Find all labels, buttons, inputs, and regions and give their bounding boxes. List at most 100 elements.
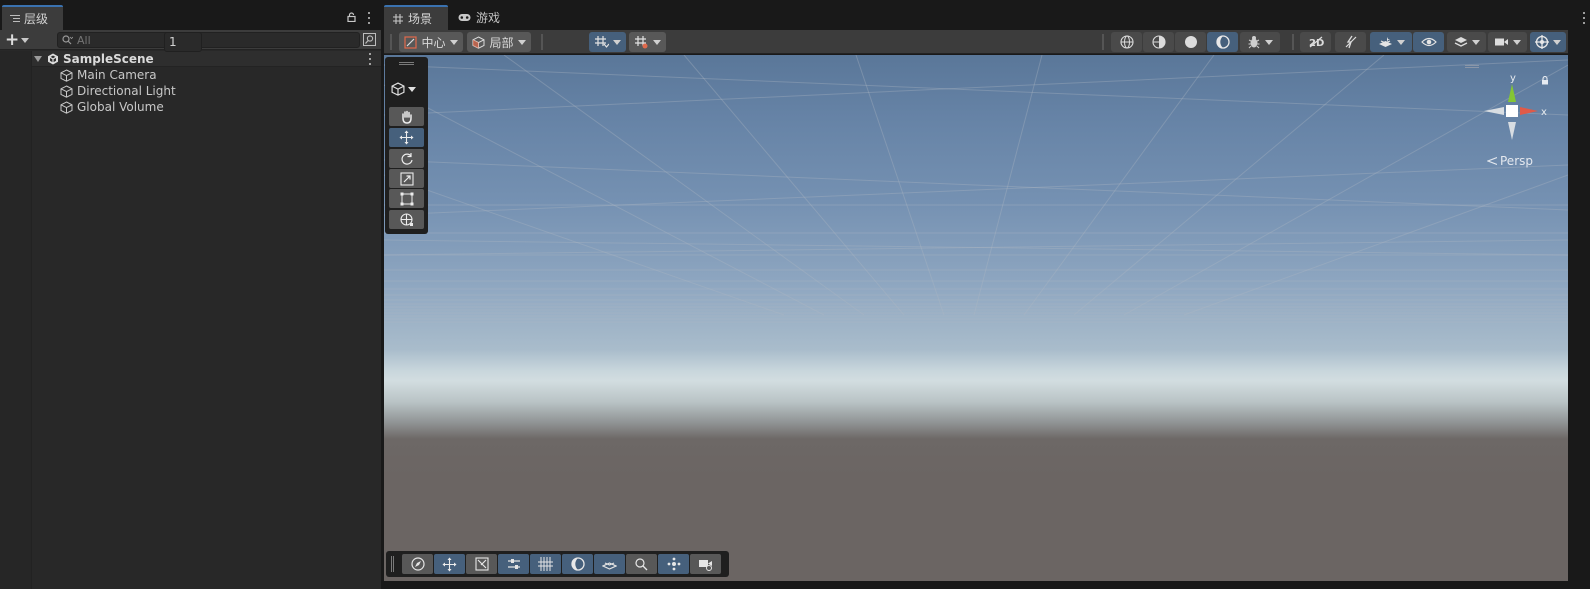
snap-overlay-button[interactable]	[466, 554, 497, 574]
lit-shading-button[interactable]	[1207, 32, 1238, 52]
nodes-icon	[667, 557, 680, 571]
scale-tool-button[interactable]	[389, 169, 424, 188]
hierarchy-overlay-button[interactable]	[658, 554, 689, 574]
unity-scene-icon	[48, 53, 58, 64]
gizmo-x-axis[interactable]	[1520, 107, 1538, 115]
navigation-compass-button[interactable]	[402, 554, 433, 574]
tab-scene[interactable]: 场景	[384, 5, 448, 30]
wireframe-sphere-icon	[1119, 35, 1134, 49]
chevron-down-icon	[1513, 39, 1521, 45]
hand-tool-button[interactable]	[389, 107, 424, 126]
grid-overlay-button[interactable]	[530, 554, 561, 574]
hierarchy-gutter	[0, 51, 32, 589]
gizmo-neg-x-axis[interactable]	[1484, 107, 1504, 115]
chevron-down-icon	[517, 39, 526, 45]
layers-overlay-button[interactable]	[594, 554, 625, 574]
gizmos-dropdown[interactable]	[1530, 32, 1566, 52]
hierarchy-tab-bar: 层级	[0, 0, 381, 30]
lighting-overlay-button[interactable]	[562, 554, 593, 574]
layers-dropdown[interactable]	[1447, 32, 1486, 52]
hierarchy-item-label: Directional Light	[77, 84, 176, 98]
fold-arrow-icon[interactable]	[34, 55, 42, 62]
debug-draw-mode-dropdown[interactable]	[1240, 32, 1280, 52]
grid-hash-icon	[393, 13, 403, 24]
hierarchy-more-icon[interactable]	[367, 12, 371, 24]
chevron-down-icon	[1265, 39, 1273, 45]
hierarchy-tree: SampleScene Main Camera Directional Ligh…	[32, 51, 381, 589]
toggle-2d-button[interactable]: 2D	[1300, 32, 1331, 52]
lit-sphere-icon	[570, 557, 585, 571]
gizmo-y-axis[interactable]	[1508, 84, 1516, 102]
hierarchy-item-label: Global Volume	[77, 100, 164, 114]
scene-tab-bar: 场景 游戏	[384, 0, 1590, 30]
camera-overlay-button[interactable]	[690, 554, 721, 574]
gizmo-neg-y-axis[interactable]	[1508, 122, 1516, 140]
align-overlay-button[interactable]	[498, 554, 529, 574]
search-by-type-icon[interactable]	[363, 33, 376, 46]
grid-visibility-dropdown[interactable]	[589, 32, 626, 52]
grid-snapping-dropdown[interactable]	[629, 32, 666, 52]
scale-icon	[399, 171, 414, 186]
tab-game[interactable]: 游戏	[452, 5, 508, 30]
rect-tool-button[interactable]	[389, 189, 424, 208]
search-overlay-button[interactable]	[626, 554, 657, 574]
move-arrows-icon	[442, 557, 457, 571]
pivot-mode-dropdown[interactable]: 中心	[399, 32, 463, 52]
hierarchy-item-global-volume[interactable]: Global Volume	[32, 99, 381, 115]
chevron-down-icon	[1396, 39, 1405, 45]
shaded-wireframe-button[interactable]	[1143, 32, 1174, 52]
pivot-rotation-label: 局部	[489, 35, 514, 50]
compass-icon	[410, 557, 425, 571]
scene-panel: 场景 游戏 中心 局部 2D	[384, 0, 1590, 581]
chevron-down-icon	[21, 37, 30, 43]
bug-icon	[1248, 36, 1260, 49]
lock-icon[interactable]	[347, 12, 356, 22]
tool-context-dropdown[interactable]	[391, 81, 421, 97]
wireframe-shading-button[interactable]	[1111, 32, 1142, 52]
rotate-icon	[400, 152, 413, 165]
scene-grid	[384, 55, 1568, 323]
overlay-grip-icon[interactable]	[399, 62, 414, 65]
toggle-lighting-button[interactable]	[1335, 32, 1366, 52]
layers-effects-icon	[1378, 36, 1392, 47]
toolbar-grip-icon[interactable]	[390, 34, 392, 50]
video-camera-icon	[1495, 38, 1508, 46]
toolbar-grip-icon[interactable]	[541, 34, 543, 50]
rotate-tool-button[interactable]	[389, 149, 424, 168]
create-object-button[interactable]: +	[5, 32, 33, 49]
hand-icon	[401, 110, 412, 124]
effects-dropdown[interactable]	[1370, 32, 1412, 52]
shaded-wireframe-sphere-icon	[1151, 35, 1166, 49]
hierarchy-item-directional-light[interactable]: Directional Light	[32, 83, 381, 99]
gameobject-cube-icon	[391, 82, 405, 96]
gizmo-y-label: y	[1510, 73, 1516, 84]
scene-viewport[interactable]	[384, 55, 1568, 581]
gizmo-grip-icon[interactable]	[1465, 65, 1479, 68]
scene-more-icon[interactable]	[368, 53, 372, 65]
overlay-grip-icon[interactable]	[391, 556, 394, 572]
camera-preview-icon	[699, 559, 712, 571]
tab-hierarchy[interactable]: 层级	[2, 5, 63, 30]
toolbar-grip-icon[interactable]	[1292, 34, 1294, 50]
camera-settings-dropdown[interactable]	[1488, 32, 1527, 52]
hierarchy-item-main-camera[interactable]: Main Camera	[32, 67, 381, 83]
align-icon	[507, 559, 520, 569]
hierarchy-search-input[interactable]	[77, 33, 337, 47]
scene-toolbar: 中心 局部 2D	[384, 30, 1568, 54]
projection-toggle[interactable]: Persp	[1487, 154, 1533, 168]
projection-label: Persp	[1500, 154, 1533, 168]
scene-more-icon[interactable]	[1582, 12, 1586, 24]
shaded-button[interactable]	[1175, 32, 1206, 52]
transform-tool-button[interactable]	[389, 210, 424, 229]
tab-game-label: 游戏	[476, 11, 501, 25]
scene-visibility-button[interactable]	[1413, 32, 1444, 52]
scene-row[interactable]: SampleScene	[32, 51, 381, 67]
move-overlay-button[interactable]	[434, 554, 465, 574]
hierarchy-list-icon	[10, 14, 20, 23]
grid-snap-value-field[interactable]	[164, 32, 202, 52]
gizmo-center-cube[interactable]	[1506, 105, 1518, 117]
move-tool-button[interactable]	[389, 128, 424, 147]
chevron-down-icon	[1553, 39, 1561, 45]
toolbar-grip-icon[interactable]	[1102, 34, 1104, 50]
pivot-rotation-dropdown[interactable]: 局部	[467, 32, 531, 52]
